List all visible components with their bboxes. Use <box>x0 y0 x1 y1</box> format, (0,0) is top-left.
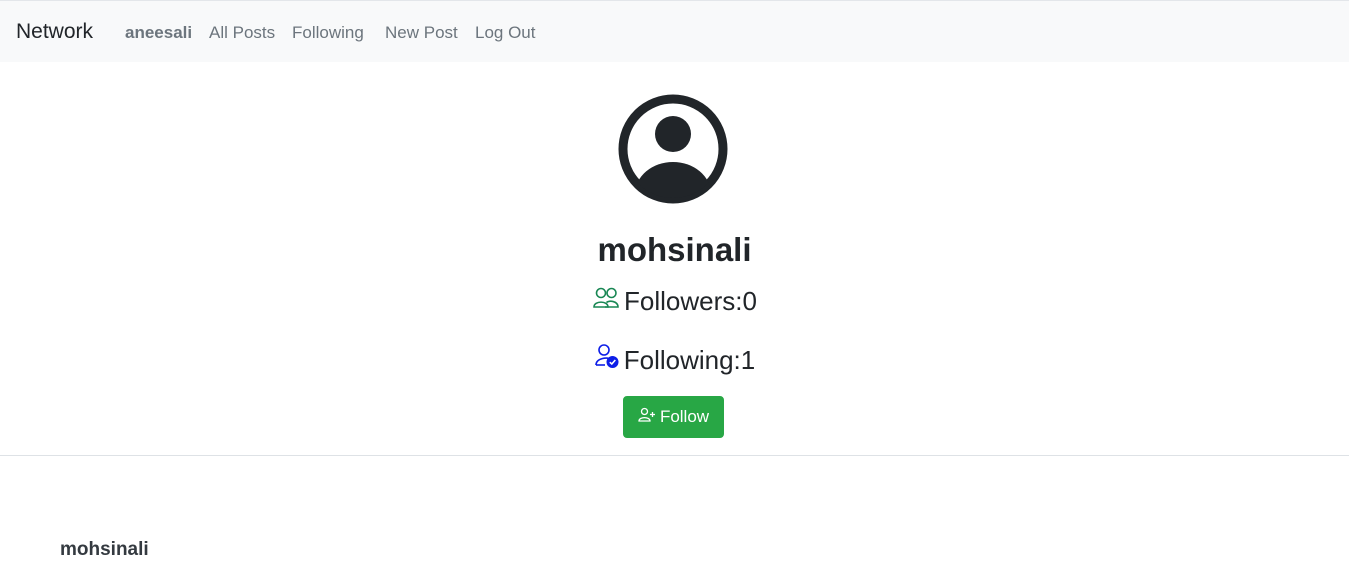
people-icon <box>592 285 624 317</box>
follow-button-label: Follow <box>659 407 710 426</box>
following-stat: Following:1 <box>0 343 1349 376</box>
nav-user-link[interactable]: aneesali <box>125 22 192 44</box>
person-check-icon <box>594 343 624 376</box>
followers-count-text: Followers:0 <box>624 286 757 316</box>
post-author[interactable]: mohsinali <box>60 538 149 562</box>
section-divider <box>0 455 1349 456</box>
following-count-text: Following:1 <box>623 344 756 375</box>
followers-stat: Followers:0 <box>0 285 1349 317</box>
brand-link[interactable]: Network <box>16 19 93 45</box>
nav-following-link[interactable]: Following <box>292 22 364 44</box>
nav-log-out-link[interactable]: Log Out <box>475 22 536 44</box>
person-plus-icon <box>638 407 660 428</box>
person-circle-icon <box>618 94 728 204</box>
nav-new-post-link[interactable]: New Post <box>385 22 458 44</box>
follow-button[interactable]: Follow <box>623 396 724 438</box>
navbar: Network aneesali All Posts Following New… <box>0 0 1349 62</box>
nav-all-posts-link[interactable]: All Posts <box>209 22 275 44</box>
profile-username: mohsinali <box>597 231 752 268</box>
